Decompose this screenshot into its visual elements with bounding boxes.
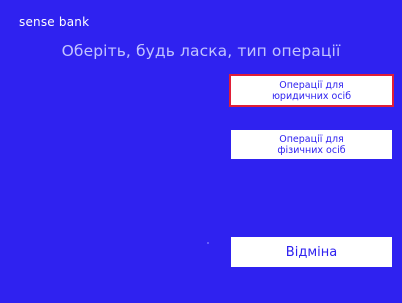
- cancel-button[interactable]: Відміна: [231, 237, 392, 267]
- legal-entities-operations-label: Операції для юридичних осіб: [271, 79, 352, 102]
- legal-entities-operations-button[interactable]: Операції для юридичних осіб: [229, 74, 394, 107]
- screen-speck: [207, 242, 209, 244]
- individuals-operations-label: Операції для фізичних осіб: [277, 133, 346, 156]
- atm-screen: sense bank Оберіть, будь ласка, тип опер…: [0, 0, 402, 303]
- page-title: Оберіть, будь ласка, тип операції: [61, 42, 341, 60]
- sense-bank-logo: sense bank: [19, 15, 90, 29]
- individuals-operations-button[interactable]: Операції для фізичних осіб: [231, 130, 392, 159]
- cancel-label: Відміна: [285, 244, 338, 260]
